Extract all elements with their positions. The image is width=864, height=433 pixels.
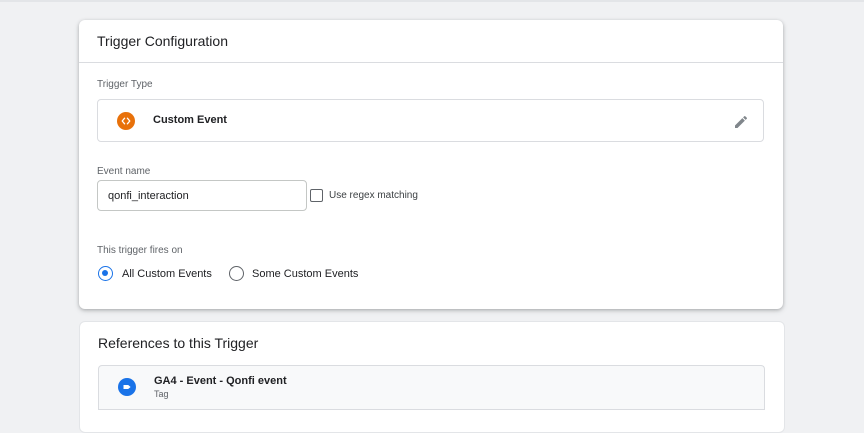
fires-on-label: This trigger fires on [97,245,183,256]
reference-divider [98,409,765,410]
some-custom-events-label[interactable]: Some Custom Events [252,268,358,280]
pencil-edit-icon[interactable] [733,114,749,130]
all-custom-events-label[interactable]: All Custom Events [122,268,212,280]
trigger-type-label: Trigger Type [97,79,153,90]
reference-row[interactable]: GA4 - Event - Qonfi event Tag [98,365,765,409]
regex-checkbox[interactable] [310,189,323,202]
reference-type: Tag [154,389,169,399]
trigger-type-selector[interactable]: Custom Event [97,99,764,142]
top-border [0,0,864,2]
all-custom-events-radio[interactable] [98,266,113,281]
event-name-label: Event name [97,166,151,177]
trigger-configuration-title: Trigger Configuration [97,33,228,49]
reference-name: GA4 - Event - Qonfi event [154,375,287,387]
code-brackets-icon [117,112,135,130]
regex-checkbox-label: Use regex matching [329,190,418,201]
trigger-configuration-card: Trigger Configuration Trigger Type Custo… [79,20,783,309]
some-custom-events-radio[interactable] [229,266,244,281]
references-card: References to this Trigger GA4 - Event -… [79,321,785,433]
event-name-input[interactable] [97,180,307,211]
tag-icon [118,378,136,396]
header-divider [79,62,783,63]
radio-selected-dot [102,270,108,276]
references-title: References to this Trigger [98,335,259,351]
trigger-type-value: Custom Event [153,114,227,126]
